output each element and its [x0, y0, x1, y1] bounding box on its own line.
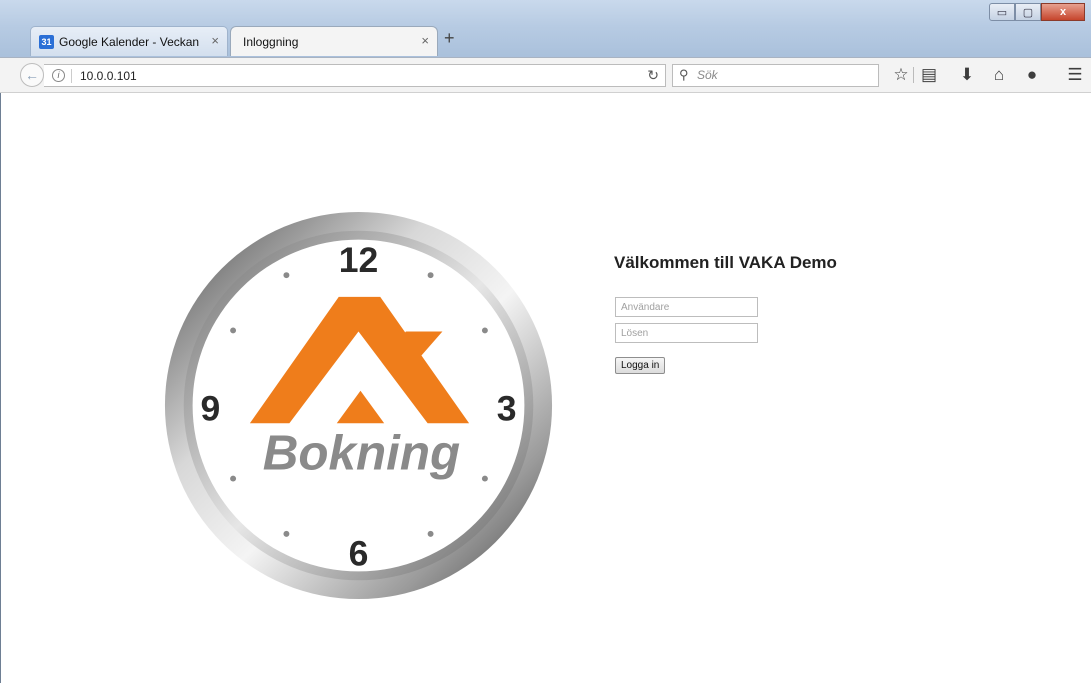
login-form: Välkommen till VAKA Demo Logga in: [614, 253, 837, 374]
clock-number-9: 9: [200, 388, 220, 428]
clock-number-6: 6: [349, 533, 369, 573]
clock-number-12: 12: [339, 240, 379, 280]
info-icon[interactable]: i: [52, 69, 65, 82]
navigation-bar: ← i ↻ ⚲ ☆ ▤ ⬇ ⌂ ● ☰: [0, 57, 1091, 93]
reading-list-icon[interactable]: ▤: [917, 63, 941, 87]
calendar-favicon-icon: 31: [39, 35, 54, 49]
tab-title: Inloggning: [243, 35, 299, 49]
url-input[interactable]: [80, 69, 580, 83]
clock-number-3: 3: [497, 388, 517, 428]
url-separator: [71, 69, 72, 83]
browser-titlebar: 31 Google Kalender - Veckan ... × Inlogg…: [0, 0, 1091, 58]
minimize-button[interactable]: ▭: [989, 3, 1015, 21]
page-content: 12 3 6 9 Bokning Välkommen till VAKA Dem…: [0, 93, 1091, 683]
tab-close-icon[interactable]: ×: [421, 33, 429, 48]
home-icon[interactable]: ⌂: [987, 63, 1011, 87]
tab-close-icon[interactable]: ×: [211, 33, 219, 48]
window-controls: ▭ ▢ x: [989, 3, 1085, 21]
reload-icon[interactable]: ↻: [647, 67, 659, 84]
address-bar[interactable]: i ↻: [44, 64, 666, 87]
welcome-title: Välkommen till VAKA Demo: [614, 253, 837, 272]
tab-google-calendar[interactable]: 31 Google Kalender - Veckan ... ×: [30, 26, 228, 56]
tab-inloggning[interactable]: Inloggning ×: [230, 26, 438, 56]
search-icon: ⚲: [679, 67, 689, 82]
tab-title: Google Kalender - Veckan ...: [59, 35, 199, 49]
bokning-brand-text: Bokning: [263, 426, 460, 481]
new-tab-button[interactable]: +: [444, 28, 455, 49]
chat-icon[interactable]: ●: [1020, 63, 1044, 87]
star-icon[interactable]: ☆: [889, 63, 913, 87]
download-icon[interactable]: ⬇: [955, 63, 979, 87]
search-bar[interactable]: ⚲: [672, 64, 879, 87]
login-button[interactable]: Logga in: [615, 357, 666, 374]
username-field[interactable]: [615, 297, 758, 317]
maximize-button[interactable]: ▢: [1015, 3, 1041, 21]
bokning-clock-logo: 12 3 6 9 Bokning: [164, 211, 553, 600]
back-button[interactable]: ←: [20, 63, 44, 87]
back-arrow-icon: ←: [25, 67, 39, 83]
close-window-button[interactable]: x: [1041, 3, 1085, 21]
password-field[interactable]: [615, 323, 758, 343]
search-input[interactable]: [697, 68, 872, 82]
toolbar-separator: [913, 67, 914, 83]
menu-icon[interactable]: ☰: [1063, 63, 1087, 87]
